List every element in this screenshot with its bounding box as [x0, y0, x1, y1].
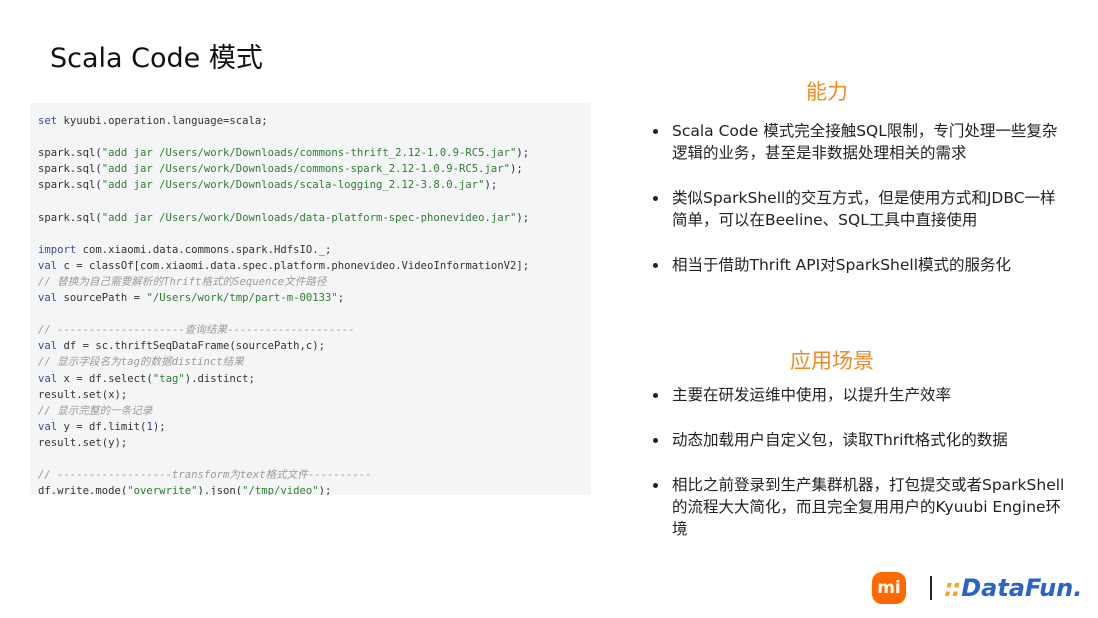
code-token: spark.sql(: [38, 211, 102, 224]
code-line: // --------------------查询结果-------------…: [38, 322, 583, 338]
code-line: result.set(y);: [38, 435, 583, 451]
code-token: );: [509, 163, 523, 176]
code-token: import: [38, 243, 83, 256]
code-token: );: [318, 485, 332, 495]
code-token: );: [484, 179, 498, 192]
code-line: val y = df.limit(1);: [38, 419, 583, 435]
ability-list: Scala Code 模式完全接触SQL限制，专门处理一些复杂逻辑的业务，甚至是…: [650, 120, 1070, 276]
xiaomi-logo: mi: [872, 572, 906, 604]
code-token: y = df.limit(: [63, 420, 147, 433]
code-token: val: [38, 292, 64, 305]
code-token: val: [38, 259, 64, 272]
slide-title: Scala Code 模式: [50, 43, 263, 74]
code-token: "add jar /Users/work/Downloads/commons-s…: [101, 163, 510, 176]
code-token: val: [38, 372, 64, 385]
code-line: val c = classOf[com.xiaomi.data.spec.pla…: [38, 258, 583, 274]
code-token: // 显示字段名为tag的数据distinct结果: [38, 356, 244, 369]
code-line: spark.sql("add jar /Users/work/Downloads…: [38, 161, 583, 177]
code-token: ).json(: [197, 485, 243, 495]
code-token: ).distinct;: [184, 372, 255, 385]
datafun-logo: ::DataFun.: [944, 570, 1082, 606]
footer-logos: mi ::DataFun.: [872, 570, 1082, 606]
code-token: );: [516, 211, 530, 224]
code-token: );: [516, 147, 530, 160]
code-token: spark.sql(: [38, 147, 102, 160]
code-token: "tag": [152, 372, 185, 385]
code-token: "add jar /Users/work/Downloads/scala-log…: [101, 179, 485, 192]
code-token: // ------------------transform为text格式文件-…: [38, 469, 372, 482]
code-line: // 显示完整的一条记录: [38, 403, 583, 419]
code-line: spark.sql("add jar /Users/work/Downloads…: [38, 210, 583, 226]
code-token: result.set(x);: [38, 388, 128, 401]
scenarios-list: 主要在研发运维中使用，以提升生产效率 动态加载用户自定义包，读取Thrift格式…: [650, 384, 1070, 540]
code-token: // 替换为自己需要解析的Thrift格式的Sequence文件路径: [38, 275, 327, 288]
code-line: spark.sql("add jar /Users/work/Downloads…: [38, 145, 583, 161]
code-token: val: [38, 340, 64, 353]
scenarios-heading: 应用场景: [790, 349, 874, 373]
code-token: val: [38, 420, 64, 433]
logo-divider: [930, 576, 932, 600]
code-token: "/tmp/video": [242, 485, 319, 495]
code-line: val df = sc.thriftSeqDataFrame(sourcePat…: [38, 338, 583, 354]
code-line: spark.sql("add jar /Users/work/Downloads…: [38, 177, 583, 193]
code-line: // ------------------transform为text格式文件-…: [38, 467, 583, 483]
code-token: // --------------------查询结果-------------…: [38, 324, 355, 337]
scenario-item: 相比之前登录到生产集群机器，打包提交或者SparkShell的流程大大简化，而且…: [650, 474, 1070, 540]
code-line: val x = df.select("tag").distinct;: [38, 371, 583, 387]
code-block: set kyuubi.operation.language=scala; spa…: [30, 103, 591, 495]
code-line: result.set(x);: [38, 387, 583, 403]
code-token: spark.sql(: [38, 163, 102, 176]
code-token: c = classOf[com.xiaomi.data.spec.platfor…: [63, 259, 530, 272]
ability-item: Scala Code 模式完全接触SQL限制，专门处理一些复杂逻辑的业务，甚至是…: [650, 120, 1070, 164]
ability-heading: 能力: [806, 80, 848, 104]
code-token: com.xiaomi.data.commons.spark.HdfsIO._;: [82, 243, 332, 256]
code-token: );: [152, 420, 166, 433]
code-line: set kyuubi.operation.language=scala;: [38, 113, 583, 129]
code-line: import com.xiaomi.data.commons.spark.Hdf…: [38, 242, 583, 258]
code-token: "overwrite": [127, 485, 198, 495]
code-token: "add jar /Users/work/Downloads/commons-t…: [101, 147, 517, 160]
code-token: spark.sql(: [38, 179, 102, 192]
code-line: // 替换为自己需要解析的Thrift格式的Sequence文件路径: [38, 274, 583, 290]
code-token: "add jar /Users/work/Downloads/data-plat…: [101, 211, 517, 224]
scenario-item: 主要在研发运维中使用，以提升生产效率: [650, 384, 1070, 406]
ability-item: 类似SparkShell的交互方式，但是使用方式和JDBC一样简单，可以在Bee…: [650, 187, 1070, 231]
code-line: val sourcePath = "/Users/work/tmp/part-m…: [38, 290, 583, 306]
code-line: // 显示字段名为tag的数据distinct结果: [38, 354, 583, 370]
code-token: // 显示完整的一条记录: [38, 404, 153, 417]
code-token: x = df.select(: [63, 372, 153, 385]
scenario-item: 动态加载用户自定义包，读取Thrift格式化的数据: [650, 429, 1070, 451]
datafun-wordmark: DataFun.: [961, 574, 1083, 602]
code-token: sourcePath =: [63, 292, 147, 305]
code-token: result.set(y);: [38, 436, 128, 449]
code-token: kyuubi.operation.language=scala;: [63, 115, 268, 127]
code-token: df = sc.thriftSeqDataFrame(sourcePath,c)…: [63, 340, 326, 353]
ability-item: 相当于借助Thrift API对SparkShell模式的服务化: [650, 254, 1070, 276]
datafun-dots-icon: ::: [944, 574, 961, 602]
code-token: ;: [337, 292, 345, 305]
code-token: set: [38, 115, 64, 127]
code-token: "/Users/work/tmp/part-m-00133": [146, 292, 338, 305]
code-line: df.write.mode("overwrite").json("/tmp/vi…: [38, 483, 583, 495]
code-token: df.write.mode(: [38, 485, 128, 495]
